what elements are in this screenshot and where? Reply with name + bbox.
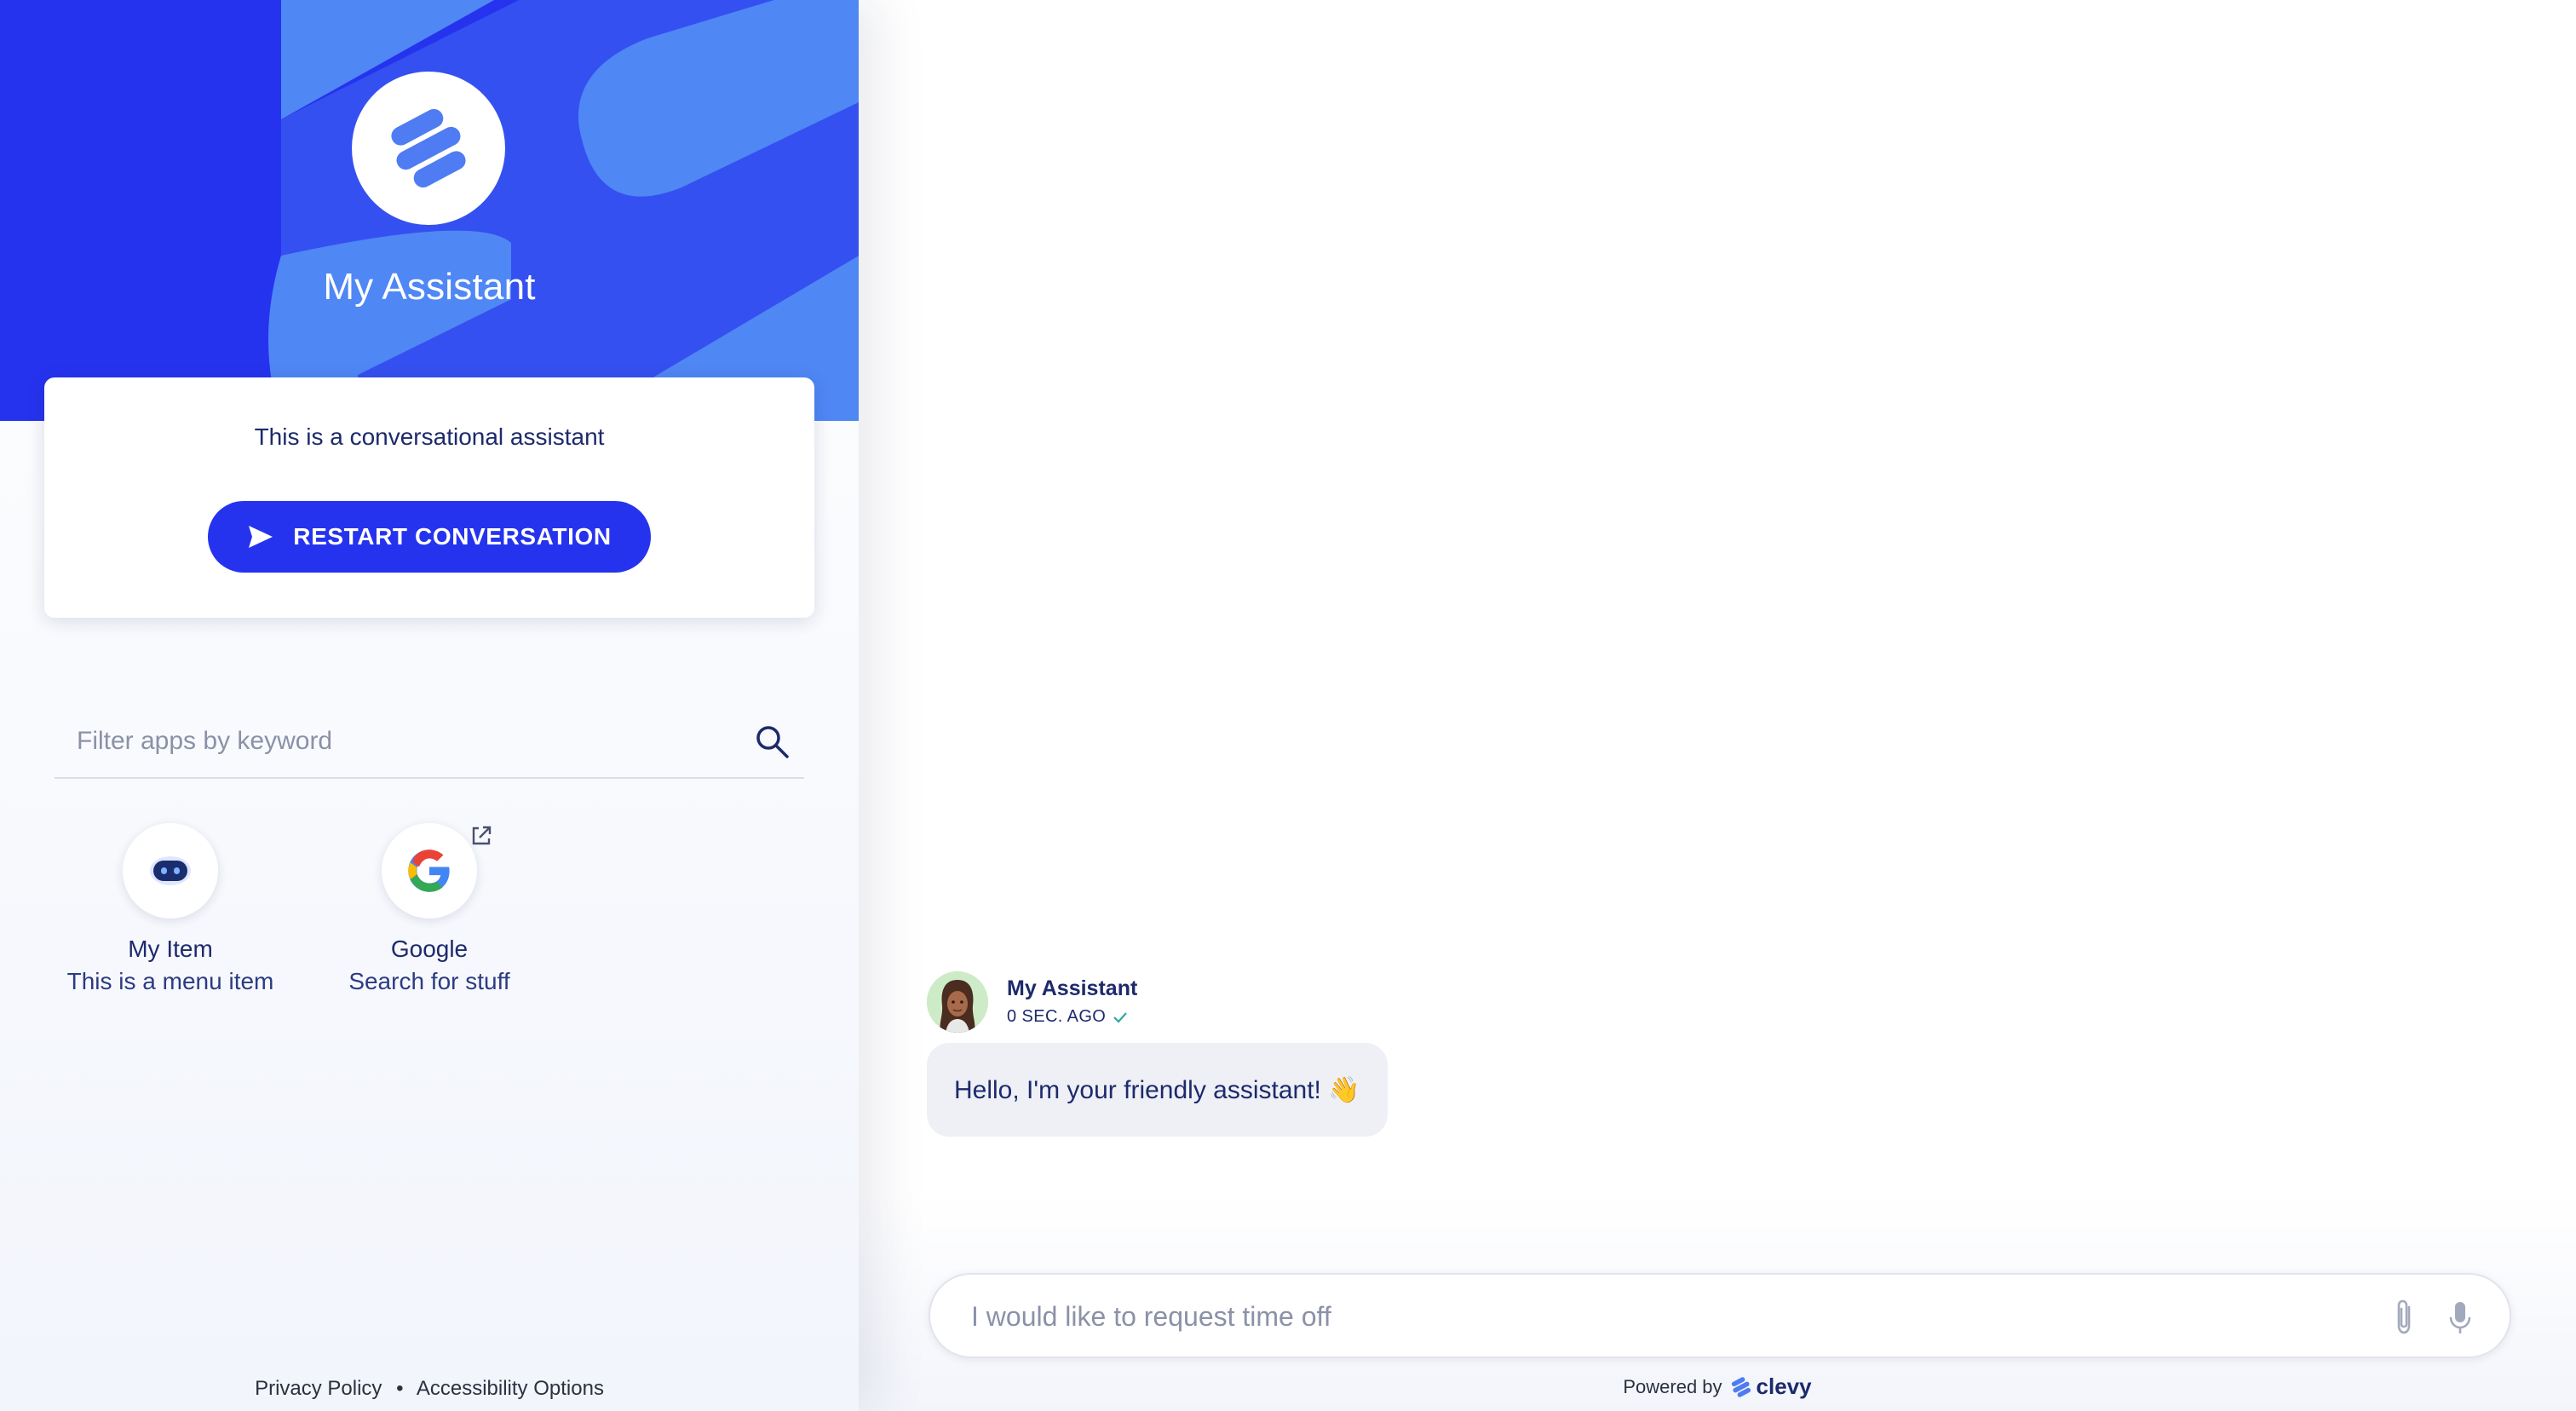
message-timestamp: 0 SEC. AGO bbox=[1007, 1007, 1128, 1027]
avatar-icon bbox=[927, 971, 988, 1033]
app-description: This is a menu item bbox=[66, 968, 274, 994]
privacy-policy-link[interactable]: Privacy Policy bbox=[255, 1377, 382, 1400]
accessibility-options-link[interactable]: Accessibility Options bbox=[417, 1377, 604, 1400]
message-time-text: 0 SEC. AGO bbox=[1007, 1007, 1107, 1026]
app-filter bbox=[55, 707, 804, 779]
assistant-logo bbox=[352, 72, 505, 225]
footer-separator: • bbox=[396, 1377, 404, 1400]
intro-text: This is a conversational assistant bbox=[254, 423, 605, 450]
app-name: Google bbox=[390, 936, 469, 962]
app-tile-google[interactable]: Google Search for stuff bbox=[302, 823, 557, 995]
app-tile-my-item[interactable]: My Item This is a menu item bbox=[43, 823, 298, 995]
message-input[interactable] bbox=[969, 1290, 2366, 1343]
app-icon-container bbox=[123, 823, 218, 919]
clevy-brand-text: clevy bbox=[1756, 1374, 1812, 1399]
robot-icon bbox=[150, 856, 191, 885]
microphone-icon[interactable] bbox=[2441, 1297, 2479, 1338]
check-icon bbox=[1113, 1011, 1128, 1023]
paperclip-icon[interactable] bbox=[2385, 1297, 2423, 1338]
clevy-brand-link[interactable]: clevy bbox=[1729, 1374, 1812, 1400]
chat-panel: My Assistant 0 SEC. AGO Hello, I'm your … bbox=[859, 0, 2576, 1411]
app-icon-container bbox=[382, 823, 492, 919]
send-icon bbox=[249, 526, 273, 548]
message-composer bbox=[929, 1273, 2511, 1358]
clevy-logo-icon bbox=[1731, 1376, 1751, 1397]
powered-by-label: Powered by bbox=[1623, 1375, 1722, 1397]
restart-conversation-button[interactable]: RESTART CONVERSATION bbox=[208, 501, 651, 573]
google-icon bbox=[408, 849, 450, 892]
message-sender: My Assistant bbox=[1007, 976, 1138, 1000]
footer-links: Privacy Policy • Accessibility Options bbox=[0, 1377, 859, 1401]
search-icon[interactable] bbox=[753, 723, 792, 762]
app-name: My Item bbox=[128, 936, 213, 962]
message-bubble: Hello, I'm your friendly assistant! 👋 bbox=[927, 1043, 1388, 1137]
app-description: Search for stuff bbox=[348, 968, 510, 994]
intro-card: This is a conversational assistant RESTA… bbox=[44, 377, 814, 618]
message-text: Hello, I'm your friendly assistant! 👋 bbox=[954, 1075, 1360, 1104]
assistant-header: My Assistant bbox=[0, 0, 859, 421]
sidebar: My Assistant This is a conversational as… bbox=[0, 0, 859, 1411]
assistant-name: My Assistant bbox=[323, 266, 536, 308]
filter-apps-input[interactable] bbox=[75, 716, 739, 767]
restart-conversation-label: RESTART CONVERSATION bbox=[293, 523, 612, 550]
assistant-avatar bbox=[927, 971, 988, 1033]
external-link-icon bbox=[472, 826, 492, 845]
clevy-logo-icon bbox=[391, 108, 466, 188]
powered-by: Powered by clevy bbox=[859, 1374, 2576, 1400]
